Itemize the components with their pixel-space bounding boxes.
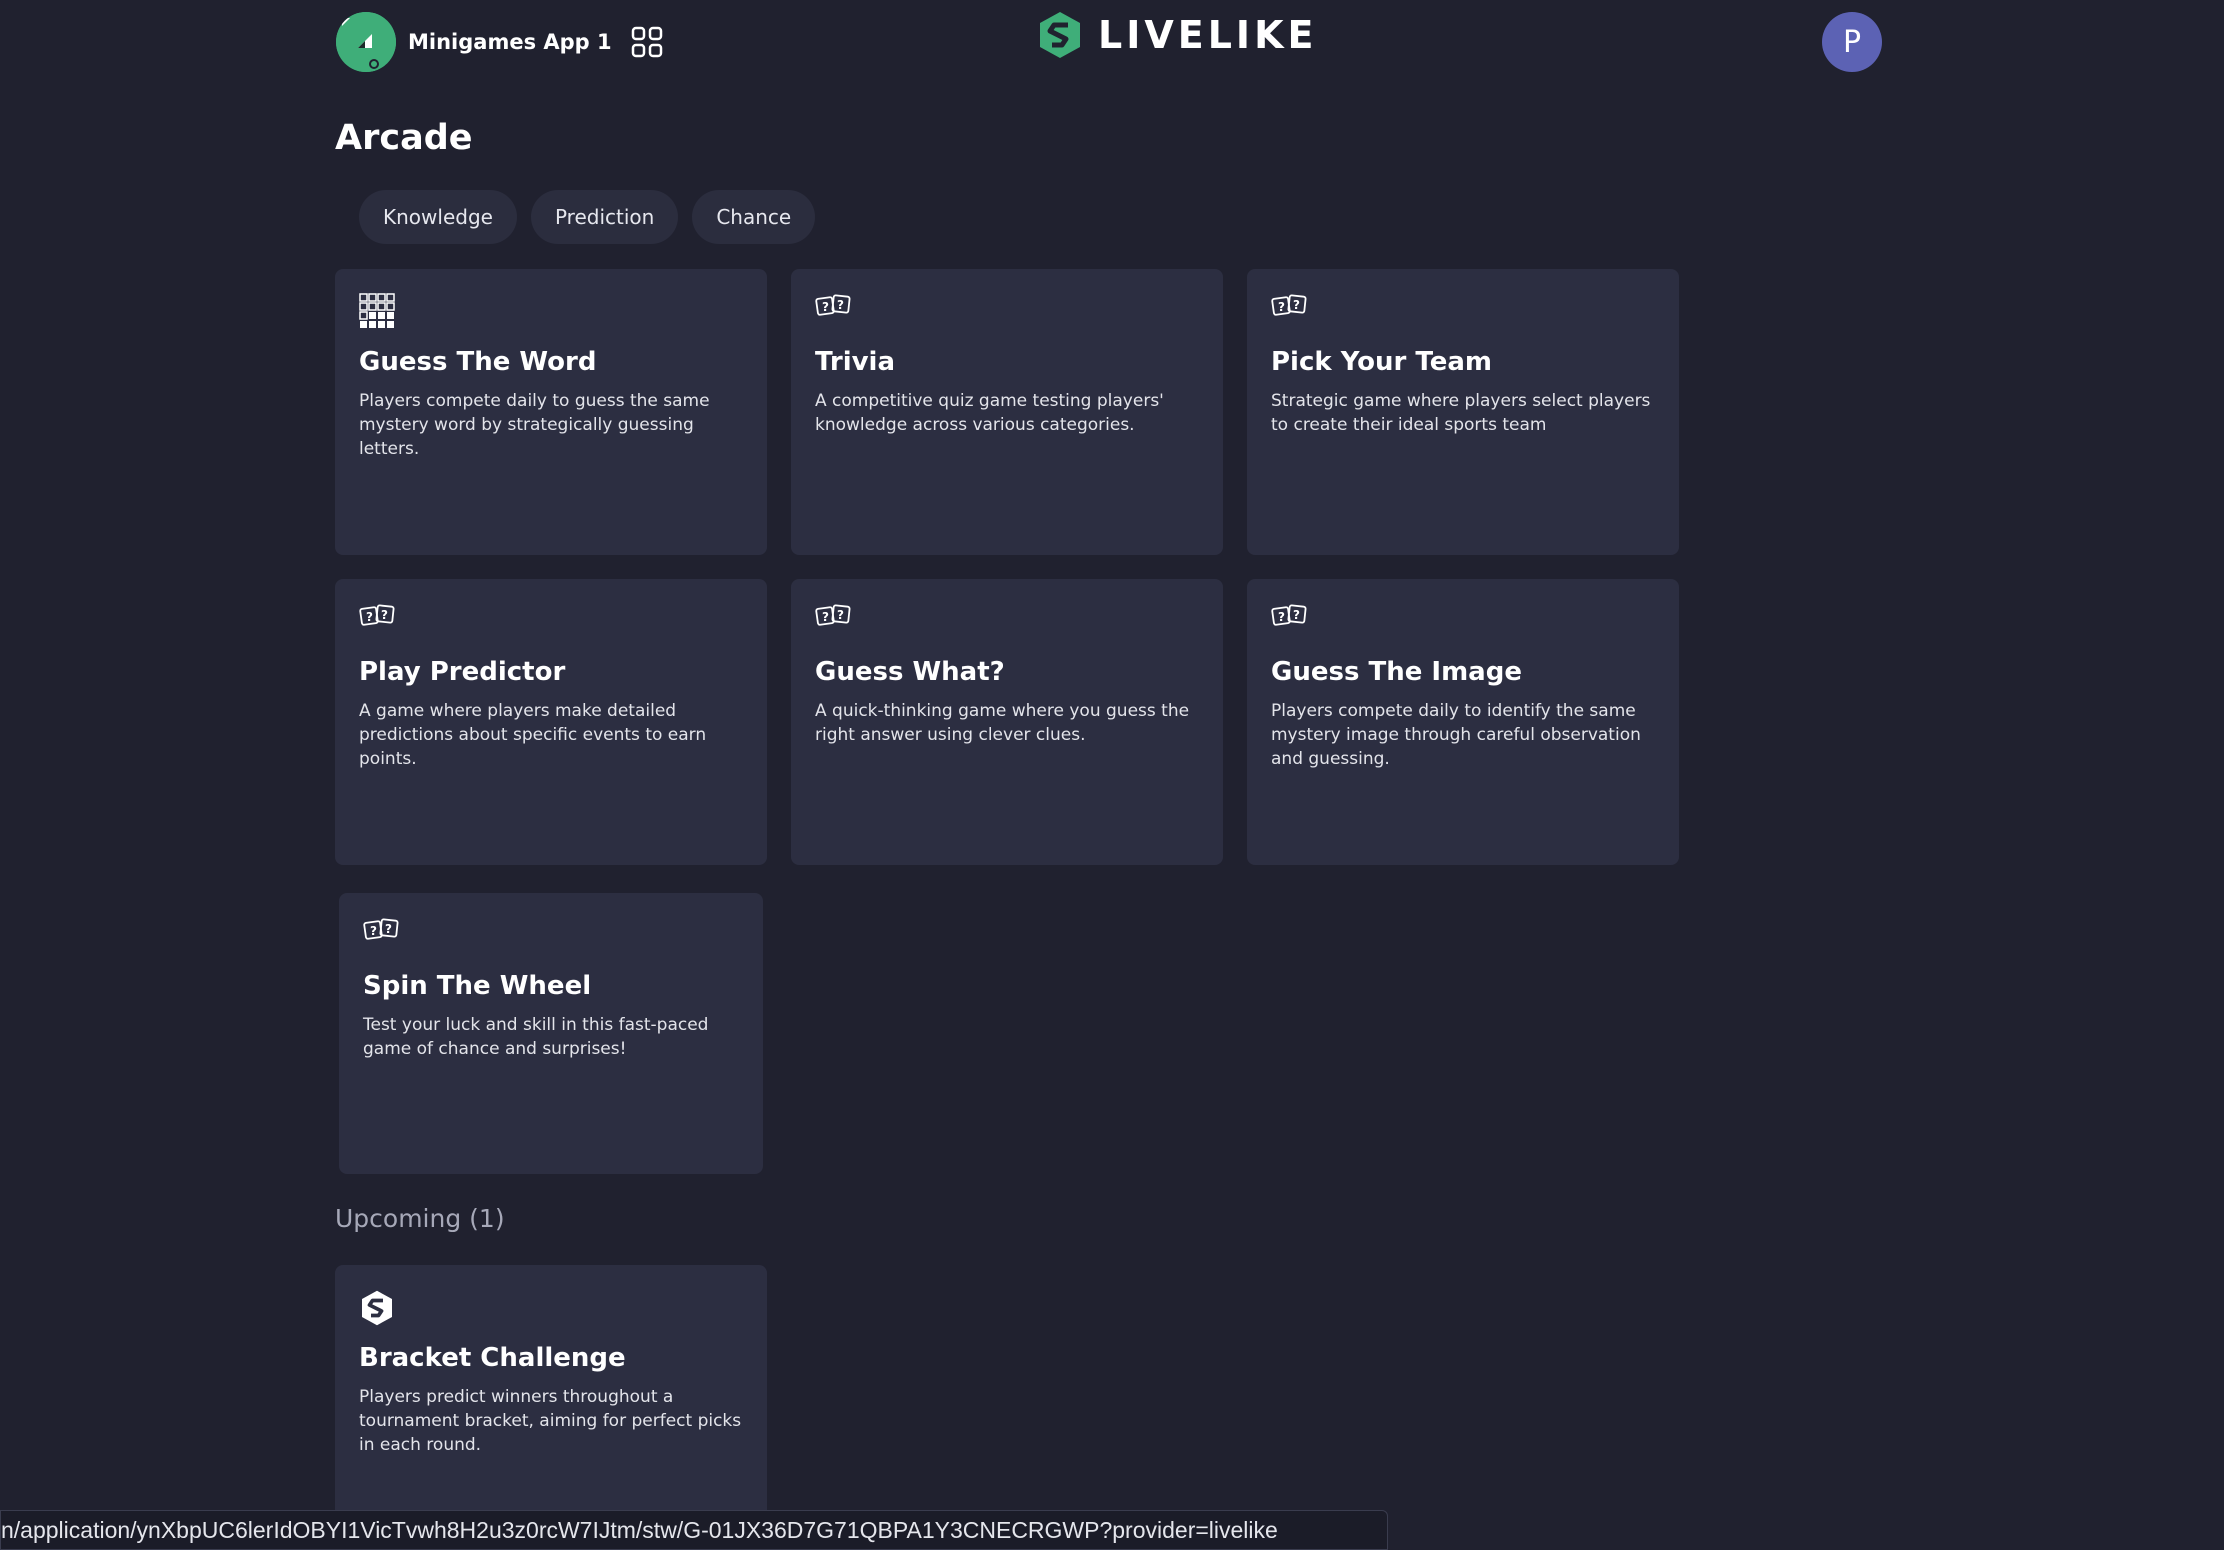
- game-description: Test your luck and skill in this fast-pa…: [363, 1015, 709, 1059]
- game-title: Pick Your Team: [1271, 347, 1492, 377]
- app-logo-icon: [336, 12, 396, 72]
- game-description: Players compete daily to identify the sa…: [1271, 701, 1641, 769]
- game-title: Guess The Word: [359, 347, 597, 377]
- game-title: Bracket Challenge: [359, 1343, 626, 1373]
- game-card-play-predictor[interactable]: ? ? Play Predictor A game where players …: [335, 579, 767, 865]
- game-card-trivia[interactable]: ? ? Trivia A competitive quiz game testi…: [791, 269, 1223, 555]
- app-logo: [336, 12, 396, 72]
- question-cards-icon: ? ?: [815, 294, 851, 316]
- svg-text:?: ?: [822, 610, 829, 624]
- app-switcher[interactable]: Minigames App 1: [336, 12, 664, 72]
- filter-knowledge[interactable]: Knowledge: [359, 190, 517, 244]
- svg-text:?: ?: [1293, 608, 1300, 622]
- apps-grid-icon[interactable]: [630, 25, 664, 59]
- svg-text:?: ?: [837, 608, 844, 622]
- user-avatar[interactable]: P: [1822, 12, 1882, 72]
- svg-text:?: ?: [1293, 298, 1300, 312]
- game-title: Guess The Image: [1271, 657, 1522, 687]
- svg-text:?: ?: [381, 608, 388, 622]
- upcoming-heading: Upcoming (1): [335, 1204, 505, 1233]
- question-cards-icon: ? ?: [1271, 294, 1307, 316]
- game-description: A game where players make detailed predi…: [359, 701, 707, 769]
- svg-text:?: ?: [837, 298, 844, 312]
- livelike-logo-icon: [362, 1290, 392, 1326]
- game-description: A quick-thinking game where you guess th…: [815, 701, 1190, 745]
- question-cards-icon: ? ?: [815, 604, 851, 626]
- game-title: Play Predictor: [359, 657, 566, 687]
- game-card-guess-the-word[interactable]: Guess The Word Players compete daily to …: [335, 269, 767, 555]
- game-card-bracket-challenge[interactable]: Bracket Challenge Players predict winner…: [335, 1265, 767, 1525]
- grid-puzzle-icon: [359, 293, 395, 328]
- svg-text:?: ?: [1278, 610, 1285, 624]
- game-title: Guess What?: [815, 657, 1005, 687]
- game-card-pick-your-team[interactable]: ? ? Pick Your Team Strategic game where …: [1247, 269, 1679, 555]
- svg-text:?: ?: [385, 922, 392, 936]
- game-description: Strategic game where players select play…: [1271, 391, 1651, 435]
- svg-text:?: ?: [370, 924, 377, 938]
- question-cards-icon: ? ?: [359, 604, 395, 626]
- filter-chance[interactable]: Chance: [692, 190, 816, 244]
- question-cards-icon: ? ?: [1271, 604, 1307, 626]
- svg-text:?: ?: [366, 610, 373, 624]
- page-title: Arcade: [335, 118, 473, 158]
- game-card-spin-the-wheel[interactable]: ? ? Spin The Wheel Test your luck and sk…: [339, 893, 763, 1174]
- top-header: Minigames App 1 LIVELIKE P: [0, 0, 2224, 88]
- question-cards-icon: ? ?: [363, 918, 399, 940]
- game-description: Players predict winners throughout a tou…: [359, 1387, 742, 1455]
- filter-prediction[interactable]: Prediction: [530, 190, 679, 244]
- arcade-page: Minigames App 1 LIVELIKE P Arcade Knowle…: [0, 0, 2224, 1550]
- svg-text:?: ?: [1278, 300, 1285, 314]
- brand-name: LIVELIKE: [1098, 13, 1318, 57]
- game-card-guess-the-image[interactable]: ? ? Guess The Image Players compete dail…: [1247, 579, 1679, 865]
- svg-text:?: ?: [822, 300, 829, 314]
- game-description: Players compete daily to guess the same …: [359, 391, 710, 459]
- link-preview-status-bar: n/application/ynXbpUC6lerIdOBYI1VicTvwh8…: [0, 1510, 1388, 1550]
- game-title: Trivia: [815, 347, 896, 377]
- game-title: Spin The Wheel: [363, 971, 592, 1001]
- game-card-guess-what[interactable]: ? ? Guess What? A quick-thinking game wh…: [791, 579, 1223, 865]
- livelike-logo-icon: [1040, 12, 1080, 58]
- game-description: A competitive quiz game testing players'…: [815, 391, 1164, 435]
- category-filters: Knowledge Prediction Chance: [359, 190, 816, 244]
- livelike-brand: LIVELIKE: [1036, 8, 1317, 62]
- app-name: Minigames App 1: [408, 30, 612, 54]
- status-url: n/application/ynXbpUC6lerIdOBYI1VicTvwh8…: [1, 1516, 1278, 1543]
